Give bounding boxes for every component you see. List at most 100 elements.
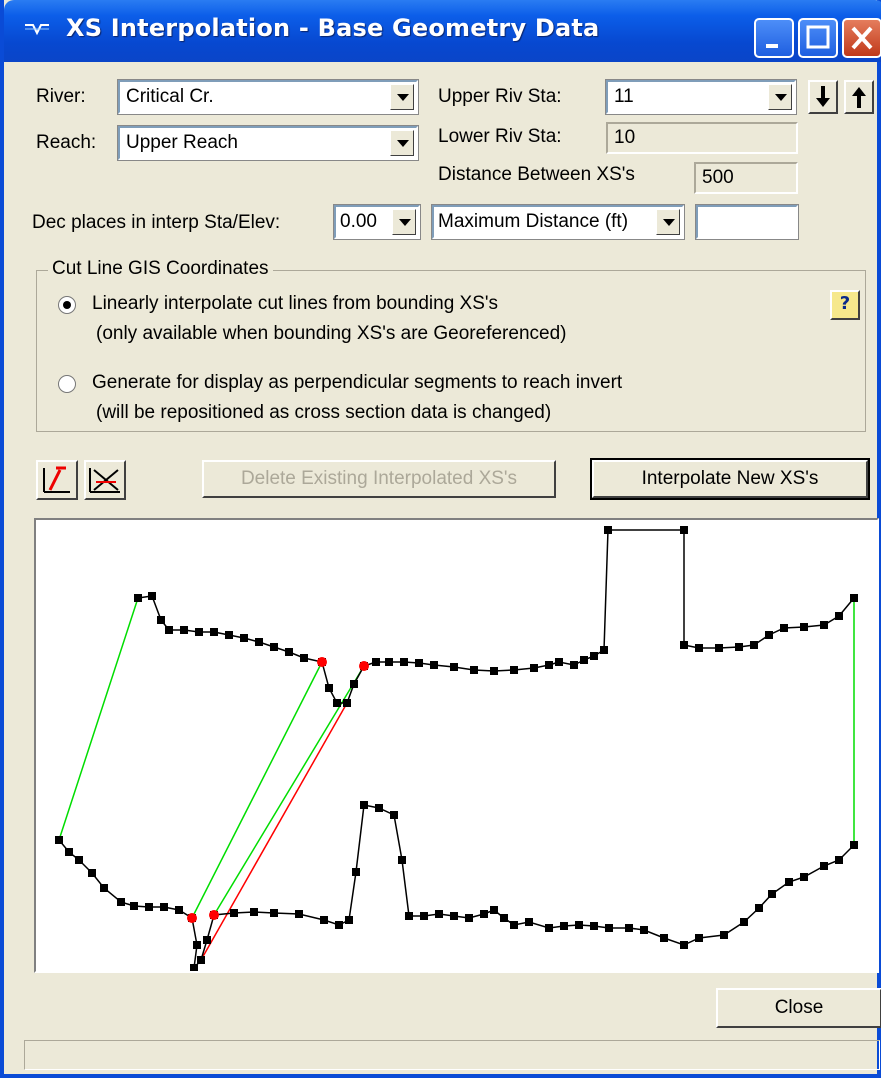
xs-point xyxy=(450,912,458,920)
draw-line-button[interactable] xyxy=(36,460,78,500)
xs-point xyxy=(88,869,96,877)
status-bar xyxy=(24,1040,880,1070)
reach-select[interactable]: Upper Reach xyxy=(117,125,419,161)
chevron-down-icon[interactable] xyxy=(392,209,416,235)
xs-point xyxy=(375,804,383,812)
river-value: Critical Cr. xyxy=(126,86,214,107)
minimize-button[interactable] xyxy=(754,18,794,58)
xs-point xyxy=(555,658,563,666)
xs-point xyxy=(695,934,703,942)
cross-section-canvas xyxy=(55,526,858,972)
max-distance-input[interactable] xyxy=(695,204,799,240)
xs-point xyxy=(335,921,343,929)
xs-point xyxy=(195,628,203,636)
xs-point xyxy=(405,912,413,920)
window-title: XS Interpolation - Base Geometry Data xyxy=(66,14,600,42)
xs-point xyxy=(180,626,188,634)
chevron-down-icon[interactable] xyxy=(656,209,680,235)
help-button[interactable]: ? xyxy=(830,290,860,320)
xs-point xyxy=(780,624,788,632)
xs-point xyxy=(270,909,278,917)
xs-point xyxy=(750,641,758,649)
option2-line1: Generate for display as perpendicular se… xyxy=(92,372,623,393)
xs-point xyxy=(75,856,83,864)
upper-riv-sta-value: 11 xyxy=(614,86,634,107)
cut-line-group-title: Cut Line GIS Coordinates xyxy=(48,258,273,280)
option2-line2: (will be repositioned as cross section d… xyxy=(96,402,552,423)
xs-point xyxy=(800,873,808,881)
xs-point xyxy=(430,661,438,669)
down-station-button[interactable] xyxy=(808,80,838,114)
radio-linear-interpolate[interactable] xyxy=(58,296,76,314)
match-point xyxy=(317,657,327,667)
xs-point xyxy=(768,890,776,898)
up-station-button[interactable] xyxy=(844,80,874,114)
xs-point xyxy=(680,641,688,649)
xs-point xyxy=(715,644,723,652)
maximize-button[interactable] xyxy=(798,18,838,58)
title-bar[interactable]: XS Interpolation - Base Geometry Data xyxy=(4,0,881,62)
close-icon xyxy=(851,26,873,50)
xs-point xyxy=(190,964,198,972)
chevron-down-icon[interactable] xyxy=(768,84,792,110)
max-distance-select[interactable]: Maximum Distance (ft) xyxy=(431,204,685,240)
xs-profile-line xyxy=(58,804,855,971)
xs-point xyxy=(560,922,568,930)
upper-riv-sta-select[interactable]: 11 xyxy=(605,79,797,115)
xs-point xyxy=(740,918,748,926)
clear-lines-icon xyxy=(89,468,120,493)
connector-line-green xyxy=(191,661,323,919)
xs-point xyxy=(835,612,843,620)
hecras-logo-icon xyxy=(25,24,49,36)
close-button[interactable]: Close xyxy=(716,988,881,1028)
draw-line-icon xyxy=(43,466,70,493)
xs-point xyxy=(470,666,478,674)
radio-perpendicular[interactable] xyxy=(58,375,76,393)
delete-interpolated-label: Delete Existing Interpolated XS's xyxy=(240,468,518,489)
xs-point xyxy=(398,856,406,864)
chevron-down-icon[interactable] xyxy=(390,84,414,110)
xs-point xyxy=(352,868,360,876)
chevron-down-icon[interactable] xyxy=(390,130,414,156)
xs-point xyxy=(800,623,808,631)
xs-point xyxy=(590,922,598,930)
reach-label: Reach: xyxy=(36,132,97,153)
xs-point xyxy=(333,699,341,707)
xs-point xyxy=(145,903,153,911)
xs-point xyxy=(510,921,518,929)
xs-point xyxy=(820,621,828,629)
xs-point xyxy=(640,926,648,934)
xs-point xyxy=(390,811,398,819)
xs-point xyxy=(193,941,201,949)
river-select[interactable]: Critical Cr. xyxy=(117,79,419,115)
xs-point xyxy=(435,910,443,918)
xs-point xyxy=(343,699,351,707)
xs-point xyxy=(134,594,142,602)
xs-point xyxy=(415,659,423,667)
xs-point xyxy=(148,592,156,600)
xs-point xyxy=(720,931,728,939)
option1-line1: Linearly interpolate cut lines from boun… xyxy=(92,293,499,314)
xs-point xyxy=(165,626,173,634)
xs-point xyxy=(580,656,588,664)
max-distance-value: Maximum Distance (ft) xyxy=(438,211,629,232)
xs-point xyxy=(285,648,293,656)
interpolate-button[interactable]: Interpolate New XS's xyxy=(590,458,870,500)
close-window-button[interactable] xyxy=(842,18,881,58)
xs-point xyxy=(590,652,598,660)
xs-point xyxy=(320,916,328,924)
xs-point xyxy=(680,941,688,949)
connector-line-green xyxy=(58,597,139,841)
xs-point xyxy=(755,904,763,912)
cross-section-plot[interactable] xyxy=(34,518,879,973)
delete-interpolated-button[interactable]: Delete Existing Interpolated XS's xyxy=(202,460,556,498)
clear-lines-button[interactable] xyxy=(84,460,126,500)
xs-point xyxy=(820,862,828,870)
distance-label: Distance Between XS's xyxy=(438,164,635,185)
dec-places-select[interactable]: 0.00 xyxy=(333,204,421,240)
xs-point xyxy=(65,848,73,856)
xs-point xyxy=(300,654,308,662)
xs-point xyxy=(117,898,125,906)
xs-point xyxy=(295,910,303,918)
xs-point xyxy=(625,924,633,932)
